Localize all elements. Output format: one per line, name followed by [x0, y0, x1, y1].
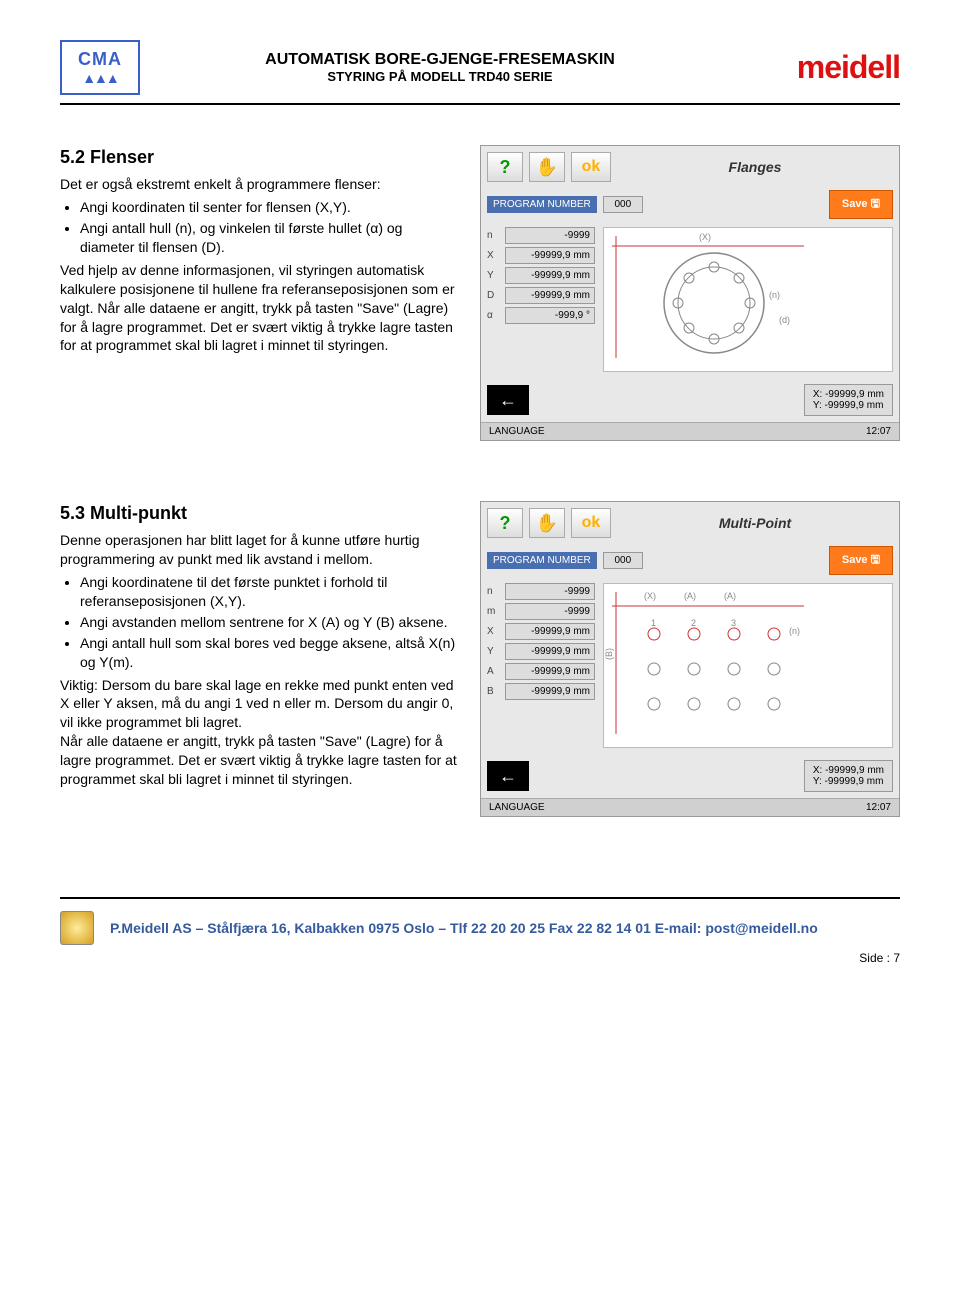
input-x[interactable]: -99999,9 mm — [505, 623, 595, 640]
clock: 12:07 — [866, 426, 891, 437]
disk-icon: 🖫 — [871, 198, 880, 210]
page-header: CMA ▲▲▲ AUTOMATISK BORE-GJENGE-FRESEMASK… — [60, 40, 900, 105]
svg-text:3: 3 — [731, 618, 736, 628]
input-y[interactable]: -99999,9 mm — [505, 267, 595, 284]
header-subtitle: STYRING PÅ MODELL TRD40 SERIE — [140, 69, 740, 84]
input-label-x: X — [487, 626, 501, 637]
ok-button[interactable]: ok — [571, 508, 611, 538]
footer-badge-icon — [60, 911, 94, 945]
input-n[interactable]: -9999 — [505, 227, 595, 244]
program-number-label: PROGRAM NUMBER — [487, 552, 597, 569]
section1-bullet: Angi antall hull (n), og vinkelen til fø… — [80, 219, 460, 257]
section2-bullet: Angi koordinatene til det første punktet… — [80, 573, 460, 611]
cma-logo: CMA ▲▲▲ — [60, 40, 140, 95]
input-b[interactable]: -99999,9 mm — [505, 683, 595, 700]
page-footer: P.Meidell AS – Stålfjæra 16, Kalbakken 0… — [60, 897, 900, 945]
section2-bullet: Angi antall hull som skal bores ved begg… — [80, 634, 460, 672]
svg-text:(n): (n) — [789, 626, 800, 636]
multipoint-diagram-svg: (X) (A) (A) (n) (B) — [604, 584, 892, 744]
section1-heading: 5.2 Flenser — [60, 145, 460, 169]
hand-button[interactable]: ✋ — [529, 508, 565, 538]
meidell-logo: meidell — [740, 49, 900, 86]
input-label-b: B — [487, 686, 501, 697]
section2-heading: 5.3 Multi-punkt — [60, 501, 460, 525]
ok-button[interactable]: ok — [571, 152, 611, 182]
svg-text:(d): (d) — [779, 315, 790, 325]
section2-intro: Denne operasjonen har blitt laget for å … — [60, 531, 460, 569]
input-label-n: n — [487, 230, 501, 241]
clock: 12:07 — [866, 802, 891, 813]
coord-x: X: -99999,9 mm — [813, 389, 884, 400]
save-button[interactable]: Save 🖫 — [829, 190, 893, 219]
coord-readout: X: -99999,9 mm Y: -99999,9 mm — [804, 384, 893, 416]
input-d[interactable]: -99999,9 mm — [505, 287, 595, 304]
flange-diagram: (X) (n) (d) — [603, 227, 893, 372]
section-multipunkt: 5.3 Multi-punkt Denne operasjonen har bl… — [60, 501, 900, 817]
input-y[interactable]: -99999,9 mm — [505, 643, 595, 660]
section-flenser: 5.2 Flenser Det er også ekstremt enkelt … — [60, 145, 900, 441]
svg-text:(X): (X) — [699, 232, 711, 242]
svg-text:2: 2 — [691, 618, 696, 628]
page-number: Side : 7 — [60, 951, 900, 965]
section1-intro: Det er også ekstremt enkelt å programmer… — [60, 175, 460, 194]
coord-y: Y: -99999,9 mm — [813, 400, 884, 411]
section2-bullet: Angi avstanden mellom sentrene for X (A)… — [80, 613, 460, 632]
input-alpha[interactable]: -999,9 ° — [505, 307, 595, 324]
svg-text:(X): (X) — [644, 591, 656, 601]
svg-text:(B): (B) — [604, 648, 614, 660]
hmi-panel-flanges: ? ✋ ok Flanges PROGRAM NUMBER 000 Save 🖫… — [480, 145, 900, 441]
coord-x: X: -99999,9 mm — [813, 765, 884, 776]
back-arrow-button[interactable]: ← — [487, 385, 529, 415]
language-label[interactable]: LANGUAGE — [489, 802, 545, 813]
input-label-alpha: α — [487, 310, 501, 321]
disk-icon: 🖫 — [871, 554, 880, 566]
section2-para: Viktig: Dersom du bare skal lage en rekk… — [60, 676, 460, 789]
input-m[interactable]: -9999 — [505, 603, 595, 620]
input-label-y: Y — [487, 270, 501, 281]
input-label-m: m — [487, 606, 501, 617]
cma-triangles-icon: ▲▲▲ — [82, 70, 118, 86]
coord-y: Y: -99999,9 mm — [813, 776, 884, 787]
input-n[interactable]: -9999 — [505, 583, 595, 600]
help-button[interactable]: ? — [487, 152, 523, 182]
multipoint-diagram: (X) (A) (A) (n) (B) — [603, 583, 893, 748]
svg-text:(A): (A) — [724, 591, 736, 601]
input-label-n: n — [487, 586, 501, 597]
language-label[interactable]: LANGUAGE — [489, 426, 545, 437]
program-number-value[interactable]: 000 — [603, 196, 643, 213]
hmi-title: Flanges — [617, 159, 893, 175]
help-button[interactable]: ? — [487, 508, 523, 538]
section1-bullet: Angi koordinaten til senter for flensen … — [80, 198, 460, 217]
hmi-panel-multipoint: ? ✋ ok Multi-Point PROGRAM NUMBER 000 Sa… — [480, 501, 900, 817]
cma-logo-text: CMA — [78, 49, 122, 70]
hand-button[interactable]: ✋ — [529, 152, 565, 182]
svg-text:(A): (A) — [684, 591, 696, 601]
program-number-value[interactable]: 000 — [603, 552, 643, 569]
input-a[interactable]: -99999,9 mm — [505, 663, 595, 680]
input-label-y: Y — [487, 646, 501, 657]
flange-diagram-svg: (X) (n) (d) — [604, 228, 892, 368]
header-title: AUTOMATISK BORE-GJENGE-FRESEMASKIN — [140, 51, 740, 69]
coord-readout: X: -99999,9 mm Y: -99999,9 mm — [804, 760, 893, 792]
program-number-label: PROGRAM NUMBER — [487, 196, 597, 213]
hmi-title: Multi-Point — [617, 515, 893, 531]
input-x[interactable]: -99999,9 mm — [505, 247, 595, 264]
footer-contact: P.Meidell AS – Stålfjæra 16, Kalbakken 0… — [110, 920, 900, 936]
svg-text:1: 1 — [651, 618, 656, 628]
input-label-d: D — [487, 290, 501, 301]
input-label-x: X — [487, 250, 501, 261]
input-label-a: A — [487, 666, 501, 677]
svg-text:(n): (n) — [769, 290, 780, 300]
save-button[interactable]: Save 🖫 — [829, 546, 893, 575]
back-arrow-button[interactable]: ← — [487, 761, 529, 791]
section1-para: Ved hjelp av denne informasjonen, vil st… — [60, 261, 460, 355]
